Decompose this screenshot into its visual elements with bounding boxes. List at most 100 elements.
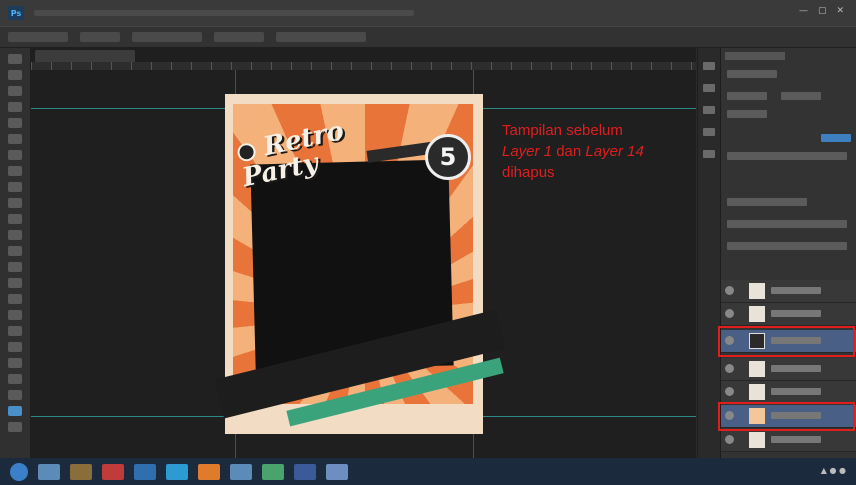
options-bar	[0, 26, 856, 48]
options-field[interactable]	[276, 32, 366, 42]
taskbar-app-icon[interactable]	[230, 463, 252, 480]
layer-name	[771, 310, 821, 317]
photoshop-logo-icon: Ps	[8, 6, 24, 20]
taskbar-explorer-icon[interactable]	[38, 463, 60, 480]
layer-row[interactable]	[721, 381, 856, 404]
minimize-icon[interactable]: —	[799, 6, 808, 16]
taskbar-media-icon[interactable]	[70, 463, 92, 480]
options-field[interactable]	[132, 32, 202, 42]
layer-name	[771, 436, 821, 443]
zoom-tool-icon[interactable]	[8, 358, 22, 368]
menu-placeholder	[34, 10, 414, 16]
taskbar-mail-icon[interactable]	[102, 463, 124, 480]
start-button-icon[interactable]	[10, 462, 28, 481]
lock-controls[interactable]	[727, 242, 847, 250]
layer-name	[771, 365, 821, 372]
options-field[interactable]	[80, 32, 120, 42]
panel-control[interactable]	[727, 70, 777, 78]
hand-tool-icon[interactable]	[8, 342, 22, 352]
window-controls[interactable]: — ▢ ✕	[799, 6, 844, 16]
layer-name	[771, 388, 821, 395]
layer-row[interactable]	[721, 358, 856, 381]
blur-tool-icon[interactable]	[8, 246, 22, 256]
taskbar-app-icon[interactable]	[326, 463, 348, 480]
horizontal-ruler	[31, 62, 696, 70]
highlight-layer-1	[718, 402, 855, 431]
layer-row[interactable]	[721, 429, 856, 452]
history-panel-icon[interactable]	[703, 62, 715, 70]
poster-canvas[interactable]: 5 Retro Party	[214, 94, 506, 434]
layer-thumbnail	[749, 432, 765, 448]
clone-stamp-tool-icon[interactable]	[8, 182, 22, 192]
eraser-tool-icon[interactable]	[8, 214, 22, 224]
close-icon[interactable]: ✕	[836, 6, 844, 16]
background-color-icon[interactable]	[8, 390, 22, 400]
gradient-tool-icon[interactable]	[8, 230, 22, 240]
brush-tool-icon[interactable]	[8, 166, 22, 176]
healing-tool-icon[interactable]	[8, 150, 22, 160]
lasso-tool-icon[interactable]	[8, 86, 22, 96]
layer-thumbnail	[749, 384, 765, 400]
path-selection-tool-icon[interactable]	[8, 310, 22, 320]
type-tool-icon[interactable]	[8, 294, 22, 304]
layer-thumbnail	[749, 306, 765, 322]
foreground-color-icon[interactable]	[8, 374, 22, 384]
panel-control[interactable]	[727, 198, 807, 206]
windows-taskbar: ▲ ● ●	[0, 458, 856, 485]
crop-tool-icon[interactable]	[8, 118, 22, 128]
visibility-eye-icon[interactable]	[725, 309, 734, 318]
magic-wand-tool-icon[interactable]	[8, 102, 22, 112]
layer-row[interactable]	[721, 303, 856, 326]
history-brush-tool-icon[interactable]	[8, 198, 22, 208]
panel-control[interactable]	[727, 110, 767, 118]
visibility-eye-icon[interactable]	[725, 387, 734, 396]
annotation-line1: Tampilan sebelum	[502, 122, 623, 139]
tools-panel	[0, 48, 31, 458]
menu-bar: Ps — ▢ ✕	[0, 0, 856, 26]
tool-preset-picker[interactable]	[8, 32, 68, 42]
taskbar-photoshop-icon[interactable]	[294, 463, 316, 480]
visibility-eye-icon[interactable]	[725, 364, 734, 373]
character-panel-icon[interactable]	[703, 128, 715, 136]
document-tab[interactable]	[35, 50, 135, 62]
paragraph-panel-icon[interactable]	[703, 150, 715, 158]
marquee-tool-icon[interactable]	[8, 70, 22, 80]
actions-panel-icon[interactable]	[703, 84, 715, 92]
visibility-eye-icon[interactable]	[725, 435, 734, 444]
eyedropper-tool-icon[interactable]	[8, 134, 22, 144]
taskbar-files-icon[interactable]	[166, 463, 188, 480]
layer-thumbnail	[749, 283, 765, 299]
number-badge: 5	[425, 134, 471, 180]
document-window: 5 Retro Party	[31, 48, 696, 458]
taskbar-browser-icon[interactable]	[134, 463, 156, 480]
right-panels	[697, 48, 856, 458]
annotation-layer14: Layer 14	[585, 143, 644, 160]
layer-thumbnail	[749, 361, 765, 377]
annotation-caption: Tampilan sebelum Layer 1 dan Layer 14 di…	[502, 120, 692, 183]
panel-control[interactable]	[727, 152, 847, 160]
layer-row[interactable]	[721, 280, 856, 303]
visibility-eye-icon[interactable]	[725, 286, 734, 295]
panel-control[interactable]	[781, 92, 821, 100]
panel-control[interactable]	[727, 92, 767, 100]
panel-control[interactable]	[821, 134, 851, 142]
blend-mode-select[interactable]	[727, 220, 847, 228]
shape-tool-icon[interactable]	[8, 326, 22, 336]
panel-tab[interactable]	[725, 52, 785, 60]
screen-mode-icon[interactable]	[8, 422, 22, 432]
collapsed-panel-strip	[698, 48, 721, 458]
system-tray[interactable]: ▲ ● ●	[821, 466, 846, 475]
move-tool-icon[interactable]	[8, 54, 22, 64]
options-field[interactable]	[214, 32, 264, 42]
quick-mask-icon[interactable]	[8, 406, 22, 416]
layers-panel	[721, 48, 856, 458]
annotation-conj: dan	[552, 143, 586, 160]
maximize-icon[interactable]: ▢	[818, 6, 827, 16]
taskbar-app-icon[interactable]	[198, 463, 220, 480]
highlight-layer-14	[718, 326, 855, 357]
dodge-tool-icon[interactable]	[8, 262, 22, 272]
pen-tool-icon[interactable]	[8, 278, 22, 288]
brush-panel-icon[interactable]	[703, 106, 715, 114]
annotation-layer1: Layer 1	[502, 143, 553, 160]
taskbar-app-icon[interactable]	[262, 463, 284, 480]
